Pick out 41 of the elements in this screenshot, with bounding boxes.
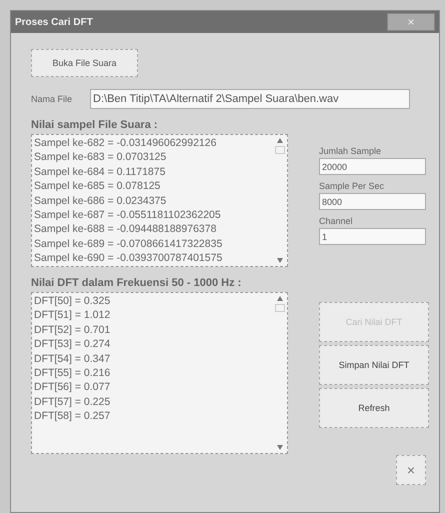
scroll-up-icon[interactable] — [277, 138, 283, 143]
list-item[interactable]: Sampel ke-682 = -0.031496062992126 — [34, 136, 271, 150]
scroll-thumb[interactable] — [275, 304, 285, 312]
file-name-field[interactable]: D:\Ben Titip\TA\Alternatif 2\Sampel Suara\ben.wav — [90, 89, 410, 109]
open-file-button[interactable]: Buka File Suara — [31, 49, 138, 77]
info-field[interactable]: 1 — [319, 228, 426, 245]
info-field[interactable]: 8000 — [319, 193, 426, 210]
list-item[interactable]: DFT[56] = 0.077 — [34, 380, 271, 395]
list-item[interactable]: DFT[54] = 0.347 — [34, 352, 271, 366]
list-item[interactable]: Sampel ke-690 = -0.0393700787401575 — [34, 251, 271, 266]
scroll-thumb[interactable] — [275, 146, 285, 154]
scroll-up-icon[interactable] — [277, 296, 283, 301]
list-item[interactable]: Sampel ke-688 = -0.094488188976378 — [34, 222, 271, 237]
dft-heading: Nilai DFT dalam Frekuensi 50 - 1000 Hz : — [31, 277, 242, 289]
list-item[interactable]: DFT[53] = 0.274 — [34, 337, 271, 352]
samples-heading: Nilai sampel File Suara : — [31, 119, 159, 131]
list-item[interactable]: DFT[55] = 0.216 — [34, 366, 271, 380]
info-field[interactable]: 20000 — [319, 158, 426, 175]
list-item[interactable]: DFT[51] = 1.012 — [34, 308, 271, 323]
field-label: Jumlah Sample — [319, 146, 382, 156]
list-item[interactable]: DFT[52] = 0.701 — [34, 322, 271, 338]
file-name-label: Nama File — [31, 94, 72, 104]
list-item[interactable]: Sampel ke-683 = 0.0703125 — [34, 150, 271, 165]
samples-list[interactable] — [31, 134, 288, 267]
list-item[interactable]: DFT[58] = 0.257 — [34, 409, 271, 424]
window-title: Proses Cari DFT — [15, 16, 93, 28]
list-item[interactable]: Sampel ke-687 = -0.0551181102362205 — [34, 208, 271, 222]
scroll-down-icon[interactable] — [277, 258, 283, 263]
list-item[interactable]: Sampel ke-684 = 0.1171875 — [34, 164, 271, 180]
list-item[interactable]: Sampel ke-689 = -0.0708661417322835 — [34, 236, 271, 252]
exit-button[interactable]: × — [396, 455, 426, 485]
action-button[interactable]: Refresh — [319, 388, 429, 428]
dft-list[interactable]: DFT[50] = 0.325 DFT[51] = 1.012 DFT[52] = 0.701 DFT[53] = 0.274 DFT[54] = 0.347 DFT[55] = 0.216 DFT[56] = 0.077 DFT[57] = 0.225 DFT[58] = 0.257 — [31, 292, 288, 454]
scroll-down-icon[interactable] — [277, 445, 283, 450]
action-button[interactable]: Simpan Nilai DFT — [319, 345, 429, 385]
list-item[interactable]: DFT[50] = 0.325 — [34, 294, 271, 308]
list-item[interactable]: DFT[57] = 0.225 — [34, 394, 271, 410]
field-label: Sample Per Sec — [319, 181, 384, 191]
list-item[interactable]: Sampel ke-686 = 0.0234375 — [34, 194, 271, 208]
list-item[interactable]: Sampel ke-685 = 0.078125 — [34, 179, 271, 194]
field-label: Channel — [319, 216, 353, 226]
